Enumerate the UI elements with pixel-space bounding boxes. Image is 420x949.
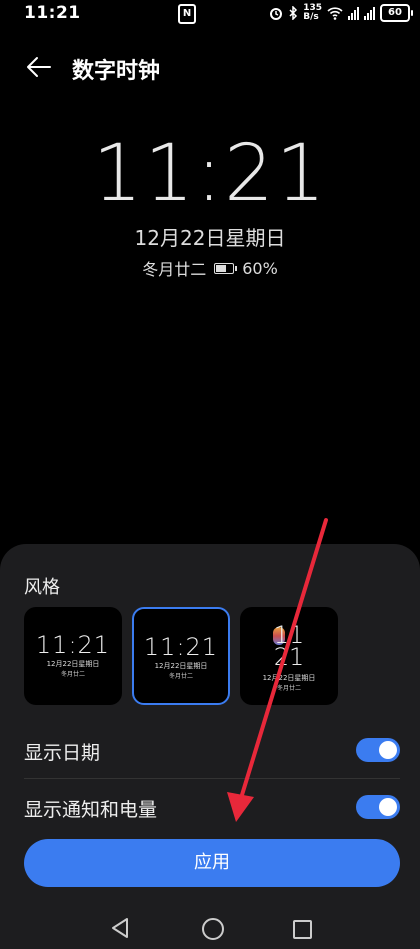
style-option-3[interactable]: 11 21 12月22日星期日 冬月廿二 [240,607,338,705]
preview-date: 12月22日星期日 [134,226,286,250]
nav-back-icon[interactable] [110,917,130,939]
style-option-time: 11:21 [143,633,219,661]
preview-clock-time: 11:21 [92,129,328,219]
style-option-minute: 21 [273,643,305,671]
style-option-lunar: 冬月廿二 [276,685,301,692]
nav-recents-icon[interactable] [293,920,312,939]
show-notification-toggle[interactable] [356,795,400,819]
show-date-row: 显示日期 [24,722,400,779]
toggle-knob [379,798,397,816]
signal-icon [364,6,375,20]
network-speed: 135 B/s [303,4,322,22]
nav-home-icon[interactable] [202,918,224,940]
style-option-2-selected[interactable]: 11:21 12月22日星期日 冬月廿二 [132,607,230,705]
style-option-date: 12月22日星期日 [262,674,316,682]
network-speed-unit: B/s [303,12,319,22]
status-bar: 11:21 N 135 B/s 60 [0,0,420,28]
show-notification-row: 显示通知和电量 [24,779,400,835]
preview-battery-percent: 60% [242,258,278,278]
show-notification-label: 显示通知和电量 [24,799,158,821]
wifi-icon [327,6,343,20]
style-option-lunar: 冬月廿二 [168,673,193,680]
status-time: 11:21 [24,3,81,23]
style-option-date: 12月22日星期日 [46,660,100,668]
page-title: 数字时钟 [72,59,161,84]
style-section-label: 风格 [24,577,60,598]
preview-lunar-date: 冬月廿二 [142,260,207,279]
signal-icon [348,6,359,20]
preview-lunar-battery: 冬月廿二 60% [0,256,420,280]
bluetooth-icon [289,6,298,20]
style-option-date: 12月22日星期日 [154,662,208,670]
nfc-icon: N [178,4,196,24]
status-icons: 135 B/s 60 [269,2,413,24]
toggle-knob [379,741,397,759]
show-date-label: 显示日期 [24,742,101,764]
apply-button[interactable]: 应用 [24,839,400,887]
style-option-lunar: 冬月廿二 [60,671,85,678]
back-arrow-icon[interactable] [24,52,54,82]
alarm-icon [270,8,283,20]
show-date-toggle[interactable] [356,738,400,762]
battery-icon [214,262,238,274]
style-option-time: 11:21 [35,631,111,659]
battery-icon: 60 [380,4,413,22]
style-option-1[interactable]: 11:21 12月22日星期日 冬月廿二 [24,607,122,705]
